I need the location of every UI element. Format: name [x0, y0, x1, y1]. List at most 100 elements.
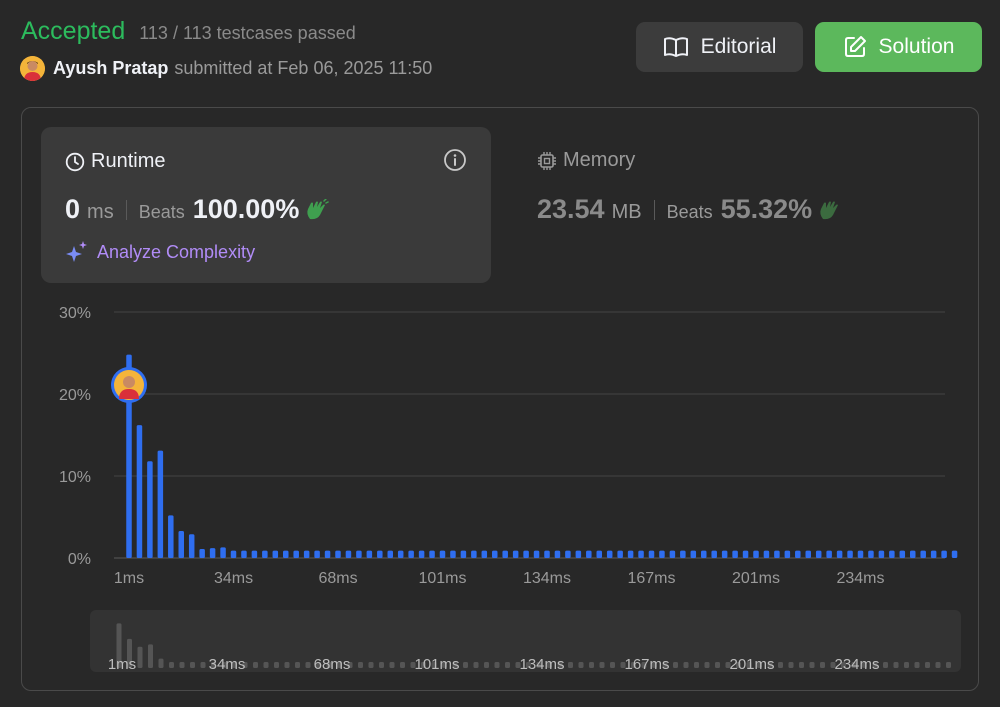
overview-bar — [473, 662, 479, 668]
chart-bar — [272, 550, 279, 558]
y-tick-label: 20% — [59, 387, 91, 404]
chart-bar — [868, 550, 874, 558]
chart-bar — [847, 550, 853, 558]
chart-bar — [586, 550, 592, 558]
overview-tick-label: 201ms — [729, 656, 774, 673]
chart-bar — [857, 550, 864, 558]
overview-bar — [484, 662, 489, 668]
chart-bar — [251, 550, 258, 558]
chart-bar — [648, 550, 655, 558]
overview-bar — [809, 662, 815, 668]
x-tick-label: 34ms — [214, 570, 253, 587]
chart-bar — [606, 550, 613, 558]
y-tick-label: 0% — [68, 551, 91, 568]
overview-bar — [599, 662, 605, 668]
x-tick-label: 134ms — [523, 570, 571, 587]
x-tick-label: 68ms — [318, 570, 357, 587]
overview-bar — [179, 662, 185, 668]
chart-bar — [492, 550, 498, 558]
chart-bar — [910, 550, 916, 558]
y-tick-label: 30% — [59, 305, 91, 322]
overview-bar — [778, 662, 783, 668]
chart-bar — [324, 550, 331, 558]
chart-bar — [575, 550, 582, 558]
chart-bar — [147, 461, 153, 558]
chart-bar — [920, 550, 926, 558]
chart-bar — [523, 550, 529, 558]
overview-bar — [137, 646, 143, 668]
chart-bar — [805, 550, 811, 558]
overview-bar — [788, 662, 794, 668]
overview-bar — [925, 662, 930, 668]
chart-bar — [439, 550, 446, 558]
x-tick-label: 101ms — [418, 570, 466, 587]
chart-bar — [795, 550, 801, 558]
avatar-face — [123, 376, 135, 388]
runtime-distribution-chart[interactable]: 30% 20% 10% 0% 1ms 34ms 68ms 101ms 134ms 167ms 201… — [0, 0, 1000, 707]
chart-bar — [178, 530, 184, 558]
chart-bar — [397, 550, 404, 558]
chart-bar — [209, 548, 216, 558]
chart-bar — [199, 548, 205, 558]
overview-tick-label: 1ms — [108, 656, 136, 673]
chart-bar — [721, 550, 728, 558]
overview-bar — [400, 662, 405, 668]
chart-bar — [188, 534, 195, 558]
overview-bar — [904, 662, 909, 668]
chart-bar — [460, 550, 467, 558]
chart-bar — [303, 550, 310, 558]
overview-bar — [589, 662, 594, 668]
chart-bar — [836, 550, 843, 558]
x-tick-label: 167ms — [627, 570, 675, 587]
overview-bar — [389, 662, 395, 668]
chart-bar — [554, 550, 561, 558]
chart-bar — [638, 550, 644, 558]
chart-bar — [471, 550, 477, 558]
chart-bar — [262, 550, 268, 558]
overview-tick-label: 234ms — [834, 656, 879, 673]
overview-bar — [673, 662, 678, 668]
chart-bar — [753, 550, 759, 558]
chart-bar — [168, 515, 174, 558]
x-tick-label: 1ms — [114, 570, 144, 587]
chart-bar — [878, 550, 885, 558]
chart-bar — [930, 550, 937, 558]
chart-bar — [627, 550, 634, 558]
x-tick-label: 234ms — [836, 570, 884, 587]
chart-bar — [157, 450, 164, 558]
chart-bar — [701, 550, 707, 558]
chart-bar — [418, 550, 425, 558]
chart-bar — [220, 547, 226, 558]
overview-tick-label: 34ms — [209, 656, 246, 673]
chart-bar — [732, 550, 738, 558]
chart-bar — [711, 550, 717, 558]
overview-bar — [190, 662, 195, 668]
overview-bar — [274, 662, 279, 668]
overview-bar — [568, 662, 573, 668]
chart-bar — [241, 550, 247, 558]
chart-bar — [533, 550, 540, 558]
overview-bar — [946, 662, 951, 668]
overview-tick-label: 134ms — [519, 656, 564, 673]
overview-bar — [683, 662, 689, 668]
overview-tick-label: 167ms — [624, 656, 669, 673]
overview-bar — [284, 662, 290, 668]
overview-bar — [610, 662, 615, 668]
chart-bar — [763, 550, 770, 558]
overview-tick-label: 101ms — [414, 656, 459, 673]
overview-bar — [715, 662, 720, 668]
chart-bar — [356, 550, 362, 558]
chart-bar — [335, 550, 341, 558]
overview-bar — [578, 662, 584, 668]
overview-bar — [379, 662, 384, 668]
overview-bar — [704, 662, 710, 668]
chart-bar — [941, 550, 947, 558]
overview-bar — [694, 662, 699, 668]
chart-bar — [690, 550, 697, 558]
chart-bar — [314, 550, 320, 558]
chart-bar — [283, 550, 289, 558]
chart-bar — [293, 550, 299, 558]
overview-bar — [799, 662, 804, 668]
chart-bar — [387, 550, 393, 558]
overview-bar — [295, 662, 300, 668]
